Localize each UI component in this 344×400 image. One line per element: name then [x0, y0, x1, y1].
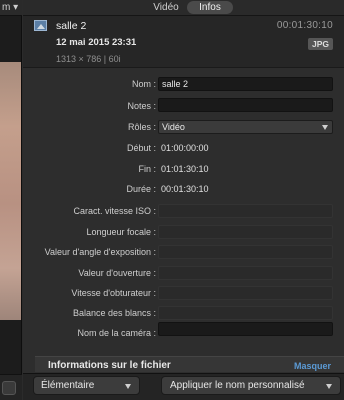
- browser-menu-label[interactable]: m ▾: [2, 2, 18, 13]
- image-clip-icon: [34, 20, 47, 31]
- browser-footer-button[interactable]: [2, 381, 16, 395]
- exposure-angle-label: Valeur d'angle d'exposition :: [44, 247, 156, 257]
- aperture-field[interactable]: [158, 266, 333, 280]
- inspector-tabbar: Vidéo Infos: [23, 0, 344, 16]
- tab-video[interactable]: Vidéo: [145, 1, 187, 14]
- chevron-down-icon: [326, 384, 332, 389]
- name-field[interactable]: salle 2: [158, 77, 333, 91]
- roles-select[interactable]: Vidéo: [158, 120, 333, 134]
- clip-name: salle 2: [56, 20, 87, 32]
- start-label: Début :: [126, 143, 156, 153]
- notes-field[interactable]: [158, 98, 333, 112]
- file-info-title: Informations sur le fichier: [48, 360, 171, 371]
- roles-select-value: Vidéo: [162, 122, 185, 132]
- end-value: 01:01:30:10: [161, 164, 209, 174]
- white-balance-field[interactable]: [158, 306, 333, 320]
- camera-name-field[interactable]: [158, 322, 333, 336]
- browser-panel-footer: [0, 374, 22, 400]
- browser-panel-edge: m ▾: [0, 0, 22, 400]
- iso-field[interactable]: [158, 204, 333, 218]
- tab-infos[interactable]: Infos: [187, 1, 233, 14]
- start-value: 01:00:00:00: [161, 143, 209, 153]
- notes-label: Notes :: [127, 101, 156, 111]
- end-label: Fin :: [138, 164, 156, 174]
- chevron-down-icon: [322, 125, 328, 130]
- hide-file-info-link[interactable]: Masquer: [294, 361, 331, 371]
- clip-format: 1313 × 786 | 60i: [56, 54, 121, 64]
- clip-date: 12 mai 2015 23:31: [56, 37, 137, 48]
- browser-panel-header: m ▾: [0, 0, 22, 16]
- clip-duration: 00:01:30:10: [276, 20, 333, 31]
- apply-custom-name-popup[interactable]: Appliquer le nom personnalisé: [161, 376, 341, 395]
- file-info-section-header: Informations sur le fichier Masquer: [35, 356, 344, 372]
- exposure-angle-field[interactable]: [158, 245, 333, 259]
- camera-name-label: Nom de la caméra :: [77, 328, 156, 338]
- shutter-label: Vitesse d'obturateur :: [71, 288, 156, 298]
- iso-label: Caract. vitesse ISO :: [73, 206, 156, 216]
- white-balance-label: Balance des blancs :: [72, 308, 156, 318]
- metadata-preset-popup[interactable]: Élémentaire: [33, 376, 140, 395]
- clip-header: salle 2 12 mai 2015 23:31 1313 × 786 | 6…: [23, 16, 344, 68]
- metadata-preset-label: Élémentaire: [41, 380, 95, 391]
- apply-custom-name-label: Appliquer le nom personnalisé: [170, 380, 305, 391]
- aperture-label: Valeur d'ouverture :: [78, 268, 156, 278]
- file-type-badge: JPG: [307, 38, 333, 50]
- inspector-bottom-bar: Élémentaire Appliquer le nom personnalis…: [23, 373, 344, 400]
- focal-field[interactable]: [158, 225, 333, 239]
- duration-value: 00:01:30:10: [161, 184, 209, 194]
- chevron-down-icon: [125, 384, 131, 389]
- inspector-panel: Vidéo Infos salle 2 12 mai 2015 23:31 13…: [23, 0, 344, 400]
- viewer-image-strip: [0, 62, 21, 320]
- name-label: Nom :: [131, 79, 156, 89]
- focal-label: Longueur focale :: [86, 227, 156, 237]
- shutter-field[interactable]: [158, 286, 333, 300]
- roles-label: Rôles :: [127, 122, 156, 132]
- duration-label: Durée :: [126, 184, 156, 194]
